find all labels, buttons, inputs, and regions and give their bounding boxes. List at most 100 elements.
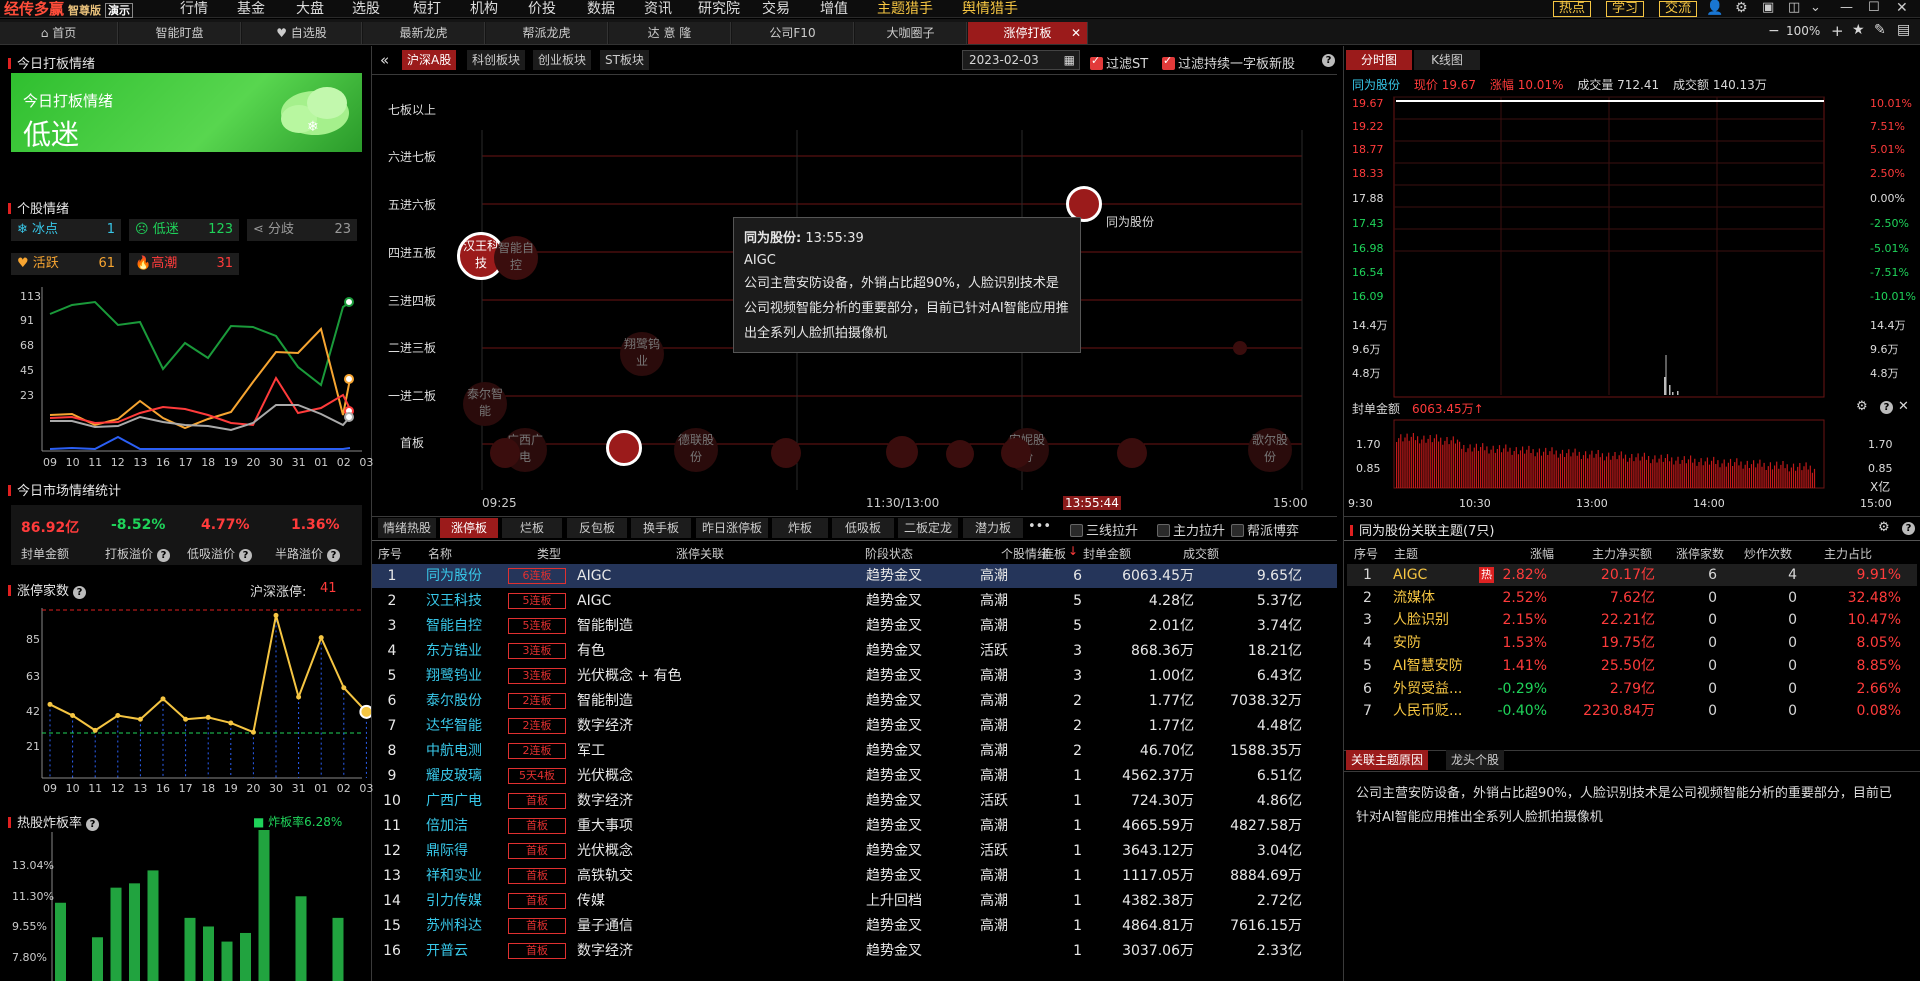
table-header[interactable]: 类型 — [537, 545, 561, 562]
theme-name[interactable]: AIGC — [1393, 564, 1427, 586]
theme-name[interactable]: 人脸识别 — [1393, 609, 1449, 631]
communicate-button[interactable]: 交流 — [1659, 1, 1698, 17]
user-icon[interactable]: 👤 — [1706, 0, 1723, 16]
bubble-first-board-selected[interactable] — [606, 430, 642, 466]
tab-dayilong[interactable]: 达 意 隆 — [609, 22, 731, 44]
table-header[interactable]: 涨停关联 — [676, 545, 724, 562]
help-icon[interactable]: ? — [1902, 522, 1915, 535]
bubble-taier[interactable]: 泰尔智能 — [463, 382, 507, 426]
tab-watchlist[interactable]: ♥ 自选股 — [242, 22, 362, 44]
table-row[interactable]: 7 达华智能 2连板 数字经济 趋势金叉 高潮 2 1.77亿 4.48亿 — [372, 714, 1337, 738]
table-row[interactable]: 11 倍加洁 首板 重大事项 趋势金叉 高潮 1 4665.59万 4827.58万 — [372, 814, 1337, 838]
market-tab-cy[interactable]: 创业板块 — [533, 50, 592, 70]
market-tab-kc[interactable]: 科创板块 — [467, 50, 526, 70]
zoom-in-icon[interactable]: + — [1831, 22, 1844, 40]
theme-name[interactable]: 外贸受益... — [1393, 678, 1462, 700]
menu-item-fund[interactable]: 基金 — [237, 0, 265, 18]
menu-item-stock-pick[interactable]: 选股 — [352, 0, 380, 18]
menu-item-value[interactable]: 价投 — [528, 0, 556, 18]
theme-name[interactable]: 流媒体 — [1393, 587, 1435, 609]
theme-name[interactable]: 安防 — [1393, 632, 1421, 654]
gear-icon[interactable]: ⚙ — [1856, 399, 1868, 414]
help-icon[interactable]: ? — [157, 549, 171, 562]
maximize-icon[interactable]: ☐ — [1868, 0, 1880, 15]
menu-item-theme-hunter[interactable]: 主题猎手 — [877, 0, 933, 18]
theme-table-header[interactable]: 涨幅 — [1530, 545, 1554, 562]
close-icon[interactable]: ✕ — [1898, 399, 1909, 414]
date-picker[interactable]: 2023-02-03 ▦ — [962, 50, 1080, 70]
close-tab-icon[interactable]: ✕ — [1071, 22, 1081, 44]
tab-gang-dragon[interactable]: 帮派龙虎 — [486, 22, 608, 44]
star-icon[interactable]: ★ — [1852, 22, 1865, 38]
bubble-xiangluo[interactable]: 翔鹭钨业 — [620, 332, 664, 376]
list-tab[interactable]: 低吸板 — [832, 518, 894, 538]
filter-yizi-check[interactable]: 过滤持续一字板新股 — [1162, 53, 1295, 72]
chevron-down-icon[interactable]: ⌄ — [1810, 0, 1821, 15]
bubble-zhineng[interactable]: 智能自控 — [494, 236, 538, 280]
table-row[interactable]: 12 鼎际得 首板 光伏概念 趋势金叉 活跃 1 3643.12万 3.04亿 — [372, 839, 1337, 863]
menu-item-research[interactable]: 研究院 — [698, 0, 740, 18]
theme-row[interactable]: 4 安防 1.53% 19.75亿 0 0 8.05% — [1347, 632, 1917, 654]
theme-name[interactable]: 人民币贬... — [1393, 700, 1462, 722]
table-row[interactable]: 15 苏州科达 首板 量子通信 趋势金叉 高潮 1 4864.81万 7616.15万 — [372, 914, 1337, 938]
restore-icon[interactable]: ◫ — [1788, 0, 1800, 15]
theme-row[interactable]: 2 流媒体 2.52% 7.62亿 0 0 32.48% — [1347, 587, 1917, 609]
check-gang-game[interactable]: 帮派博弈 — [1231, 520, 1299, 539]
menu-item-short[interactable]: 短打 — [413, 0, 441, 18]
window-icon[interactable]: ▣ — [1762, 0, 1774, 15]
help-icon[interactable]: ? — [1880, 401, 1893, 414]
gear-icon[interactable]: ⚙ — [1735, 0, 1748, 16]
hot-button[interactable]: 热点 — [1553, 1, 1592, 17]
theme-table-header[interactable]: 炒作次数 — [1744, 545, 1792, 562]
theme-table-header[interactable]: 主力占比 — [1824, 545, 1872, 562]
table-header[interactable]: 连板 — [1042, 545, 1066, 562]
list-tab[interactable]: 涨停板 — [440, 518, 498, 538]
list-tab[interactable]: 情绪热股 — [378, 518, 436, 538]
table-row[interactable]: 13 祥和实业 首板 高铁轨交 趋势金叉 高潮 1 1117.05万 8884.69万 — [372, 864, 1337, 888]
sort-icon[interactable]: ↓ — [1068, 544, 1078, 558]
theme-row[interactable]: 7 人民币贬... -0.40% 2230.84万 0 0 0.08% — [1347, 700, 1917, 722]
list-tab[interactable]: 烂板 — [502, 518, 562, 538]
menu-item-market[interactable]: 大盘 — [296, 0, 324, 18]
close-icon[interactable]: ✕ — [1896, 0, 1908, 16]
filter-st-check[interactable]: 过滤ST — [1090, 53, 1148, 72]
table-row[interactable]: 3 智能自控 5连板 智能制造 趋势金叉 高潮 5 2.01亿 3.74亿 — [372, 614, 1337, 638]
theme-table-header[interactable]: 主题 — [1394, 545, 1418, 562]
minimize-icon[interactable]: — — [1840, 0, 1853, 15]
bubble-small[interactable] — [946, 440, 974, 468]
table-row[interactable]: 14 引力传媒 首板 传媒 上升回档 高潮 1 4382.38万 2.72亿 — [372, 889, 1337, 913]
row-stock-name[interactable]: 耀皮玻璃 — [426, 764, 482, 788]
menu-item-data[interactable]: 数据 — [587, 0, 615, 18]
help-icon[interactable]: ? — [73, 586, 87, 599]
menu-item-institution[interactable]: 机构 — [470, 0, 498, 18]
menu-item-news[interactable]: 资讯 — [644, 0, 672, 18]
bubble-liantong[interactable]: 德联股份 — [674, 428, 718, 472]
bubble-small[interactable] — [771, 438, 801, 468]
table-header[interactable]: 成交额 — [1183, 545, 1219, 562]
mood-chip-split[interactable]: ⋖ 分歧 23 — [247, 219, 357, 241]
tab-theme-reason[interactable]: 关联主题原因 — [1346, 750, 1429, 770]
help-icon[interactable]: ? — [239, 549, 253, 562]
check-three-lines[interactable]: 三线拉升 — [1070, 520, 1138, 539]
theme-row[interactable]: 3 人脸识别 2.15% 22.21亿 0 0 10.47% — [1347, 609, 1917, 631]
row-stock-name[interactable]: 汉王科技 — [426, 589, 482, 613]
tab-limit-up[interactable]: 涨停打板 ✕ — [968, 22, 1088, 44]
bubble-small[interactable] — [1001, 438, 1031, 468]
row-stock-name[interactable]: 翔鹭钨业 — [426, 664, 482, 688]
layout-icon[interactable]: ▤ — [1897, 22, 1910, 38]
tab-leader-stock[interactable]: 龙头个股 — [1446, 750, 1505, 770]
bubble-small[interactable] — [1117, 438, 1147, 468]
list-tab[interactable]: 换手板 — [631, 518, 691, 538]
tab-kline[interactable]: K线图 — [1414, 50, 1480, 70]
table-header[interactable]: 封单金额 — [1083, 545, 1131, 562]
market-tab-st[interactable]: ST板块 — [600, 50, 649, 70]
row-stock-name[interactable]: 苏州科达 — [426, 914, 482, 938]
row-stock-name[interactable]: 智能自控 — [426, 614, 482, 638]
mood-chip-freeze[interactable]: ❄ 冰点 1 — [11, 219, 121, 241]
theme-row[interactable]: 6 外贸受益... -0.29% 2.79亿 0 0 2.66% — [1347, 678, 1917, 700]
mood-chip-low[interactable]: ☹ 低迷 123 — [129, 219, 239, 241]
market-tab-hs[interactable]: 沪深A股 — [402, 50, 457, 70]
menu-item-quote[interactable]: 行情 — [180, 0, 208, 18]
edit-icon[interactable]: ✎ — [1874, 22, 1886, 38]
row-stock-name[interactable]: 广西广电 — [426, 789, 482, 813]
